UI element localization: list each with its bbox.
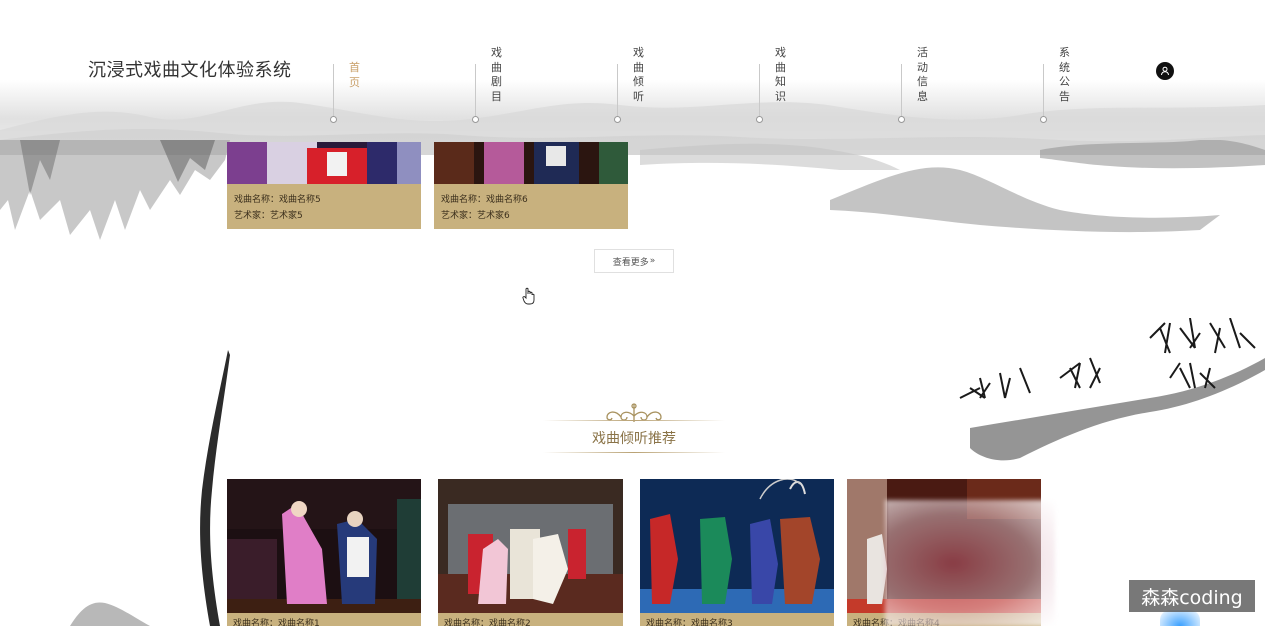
opera-artist: 艺术家：艺术家5 xyxy=(234,211,303,221)
listen-photo[interactable] xyxy=(438,479,623,613)
nav-divider xyxy=(901,64,902,116)
listen-card[interactable]: 戏曲名称：戏曲名称2 xyxy=(438,479,623,626)
ink-pine-tree xyxy=(959,318,1265,461)
opera-photo[interactable] xyxy=(227,142,421,184)
nav-dot-icon xyxy=(1040,116,1047,123)
listen-card[interactable]: 戏曲名称：戏曲名称3 xyxy=(640,479,834,626)
nav-label-home[interactable]: 首页 xyxy=(349,61,363,90)
nav-item-notices[interactable]: 系统公告 xyxy=(1040,0,1070,126)
nav-label-repertoire[interactable]: 戏曲剧目 xyxy=(491,46,505,104)
opera-info: 戏曲名称：戏曲名称5 艺术家：艺术家5 xyxy=(234,192,321,224)
opera-name: 戏曲名称：戏曲名称6 xyxy=(441,195,528,205)
nav-item-listen[interactable]: 戏曲倾听 xyxy=(614,0,644,126)
scroll-ornament-icon xyxy=(606,403,662,422)
nav-dot-icon xyxy=(472,116,479,123)
site-header: 沉浸式戏曲文化体验系统 首页 戏曲剧目 戏曲倾听 戏曲知识 活动信息 系统公告 xyxy=(0,0,1265,142)
nav-divider xyxy=(617,64,618,116)
nav-label-knowledge[interactable]: 戏曲知识 xyxy=(775,46,789,104)
nav-dot-icon xyxy=(756,116,763,123)
opera-artist: 艺术家：艺术家6 xyxy=(441,211,510,221)
opera-photo[interactable] xyxy=(434,142,628,184)
opera-card[interactable]: 戏曲名称：戏曲名称5 艺术家：艺术家5 xyxy=(227,142,421,229)
nav-dot-icon xyxy=(898,116,905,123)
ink-mountain-right xyxy=(640,140,1265,233)
opera-card[interactable]: 戏曲名称：戏曲名称6 艺术家：艺术家6 xyxy=(434,142,628,229)
site-title: 沉浸式戏曲文化体验系统 xyxy=(88,60,292,81)
nav-label-listen[interactable]: 戏曲倾听 xyxy=(633,46,647,104)
nav-label-events[interactable]: 活动信息 xyxy=(917,46,931,104)
nav-divider xyxy=(333,64,334,116)
ink-rock-left xyxy=(70,602,150,626)
nav-dot-icon xyxy=(330,116,337,123)
user-silhouette-icon xyxy=(1161,66,1169,76)
listen-card[interactable]: 戏曲名称：戏曲名称1 xyxy=(227,479,421,626)
listen-photo[interactable] xyxy=(227,479,421,613)
ink-cliff-left xyxy=(0,140,230,240)
nav-divider xyxy=(1043,64,1044,116)
user-icon[interactable] xyxy=(1156,62,1174,80)
heading-rule-bottom xyxy=(543,452,725,453)
listen-caption: 戏曲名称：戏曲名称1 xyxy=(233,619,320,626)
nav-divider xyxy=(475,64,476,116)
nav-divider xyxy=(759,64,760,116)
hand-cursor-icon xyxy=(522,287,535,305)
nav-item-repertoire[interactable]: 戏曲剧目 xyxy=(472,0,502,126)
nav-label-notices[interactable]: 系统公告 xyxy=(1059,46,1073,104)
listen-photo[interactable] xyxy=(640,479,834,613)
floating-glow xyxy=(1160,610,1200,626)
nav-item-events[interactable]: 活动信息 xyxy=(898,0,928,126)
opera-info: 戏曲名称：戏曲名称6 艺术家：艺术家6 xyxy=(441,192,528,224)
watermark: 森森coding xyxy=(1129,580,1255,612)
nav-dot-icon xyxy=(614,116,621,123)
listen-caption: 戏曲名称：戏曲名称2 xyxy=(444,619,531,626)
blurred-region xyxy=(885,500,1055,626)
heading-rule-top xyxy=(543,420,725,421)
view-more-label: 查看更多 xyxy=(612,257,649,268)
view-more-button[interactable]: 查看更多» xyxy=(594,249,674,273)
opera-name: 戏曲名称：戏曲名称5 xyxy=(234,195,321,205)
double-chevron-right-icon: » xyxy=(649,256,656,266)
nav-item-knowledge[interactable]: 戏曲知识 xyxy=(756,0,786,126)
section-title: 戏曲倾听推荐 xyxy=(592,431,676,447)
section-heading: 戏曲倾听推荐 xyxy=(543,398,725,458)
listen-caption: 戏曲名称：戏曲名称3 xyxy=(646,619,733,626)
nav-item-home[interactable]: 首页 xyxy=(330,0,360,126)
